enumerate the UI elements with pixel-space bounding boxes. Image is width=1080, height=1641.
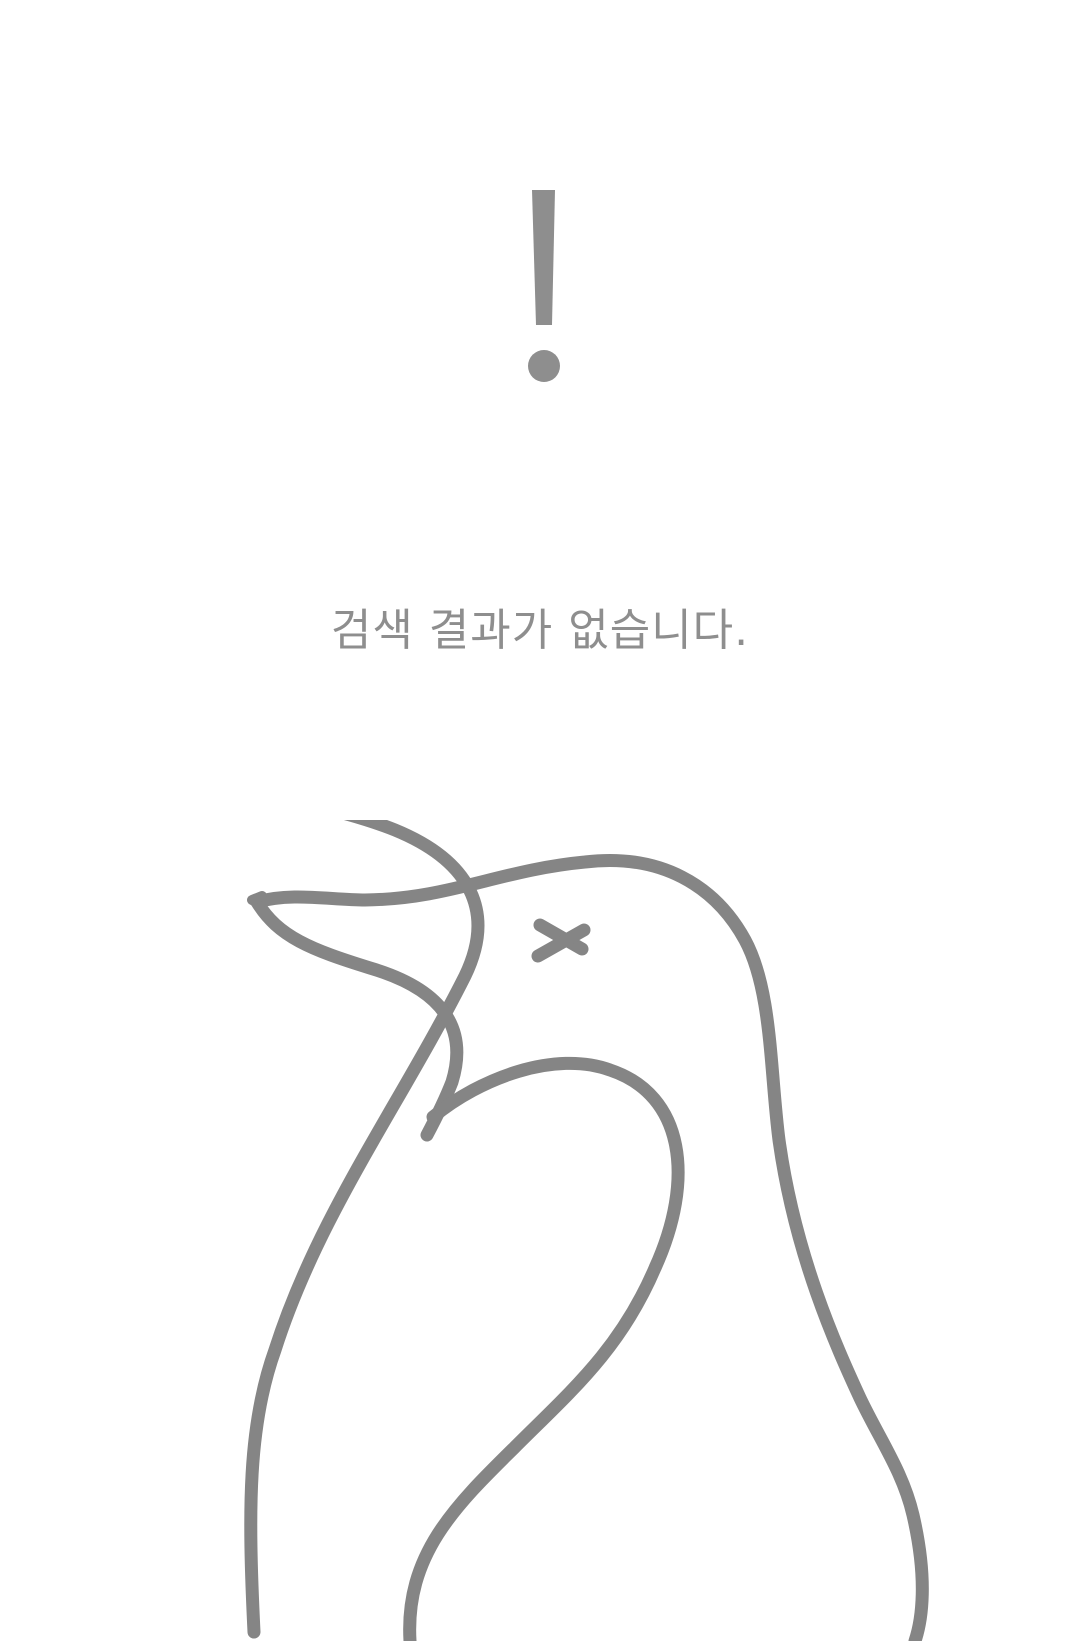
empty-search-screen: 검색 결과가 없습니다. [0,0,1080,1641]
penguin-illustration [244,820,929,1641]
no-results-message: 검색 결과가 없습니다. [330,605,750,656]
exclamation-icon [528,190,560,382]
